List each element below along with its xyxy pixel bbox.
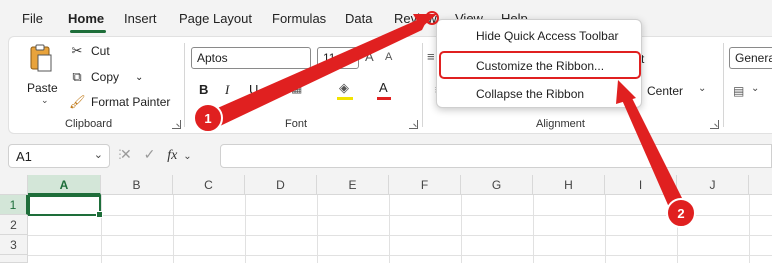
column-header[interactable]: F [389,175,461,195]
number-format-value: General [735,51,772,65]
column-header[interactable]: G [461,175,533,195]
tab-review[interactable]: Review [394,11,437,26]
group-divider [184,43,185,127]
scissors-icon: ✂ [71,43,83,58]
column-header[interactable]: B [101,175,173,195]
gridline [101,195,102,263]
currency-icon[interactable]: ▤ [733,84,744,98]
name-box[interactable]: A1 ⌄ [8,144,110,168]
tab-insert[interactable]: Insert [124,11,157,26]
column-header-partial[interactable] [749,175,772,195]
gridline [749,195,750,263]
font-name-value: Aptos [197,51,228,65]
gridline [317,195,318,263]
paste-icon [30,44,52,72]
paste-label: Paste [27,81,58,95]
underline-button[interactable]: U [249,82,258,97]
font-group-label: Font [285,118,308,130]
select-all-corner[interactable] [0,175,28,195]
chevron-down-icon[interactable]: ⌄ [698,83,706,94]
active-tab-indicator [70,30,106,33]
format-painter-label: Format Painter [91,95,171,109]
fill-color-swatch [337,97,353,100]
cut-label: Cut [91,44,110,58]
number-format-select[interactable]: General [729,47,772,69]
gridline [245,195,246,263]
menu-tabs: File Home Insert Page Layout Formulas Da… [0,0,772,36]
formula-input[interactable] [220,144,772,168]
fill-color-icon[interactable]: ◈ [339,80,349,96]
cell-reference: A1 [16,149,32,164]
tab-data[interactable]: Data [345,11,372,26]
copy-label: Copy [91,70,120,84]
column-header[interactable]: I [605,175,677,195]
gridline [28,215,772,216]
font-name-select[interactable]: Aptos [191,47,311,69]
tab-file[interactable]: File [22,11,43,26]
chevron-down-icon[interactable]: ⌄ [94,148,103,161]
insert-function-button[interactable]: fx [167,148,177,163]
column-header[interactable]: H [533,175,605,195]
decrease-font-icon[interactable]: A [385,51,392,63]
dialog-launcher-icon[interactable] [710,120,719,129]
cut-button[interactable]: ✂ Cut [69,43,110,59]
font-color-icon[interactable]: A [379,80,388,95]
paintbrush-icon: 🖌 [69,94,86,109]
borders-icon[interactable]: ▦ [291,81,302,95]
menu-item-hide-quick-access-toolbar[interactable]: Hide Quick Access Toolbar [476,29,619,43]
gridline [677,195,678,263]
chevron-down-icon[interactable]: ⌄ [751,83,759,94]
bold-button[interactable]: B [199,82,208,97]
gridline [173,195,174,263]
format-painter-button[interactable]: 🖌 Format Painter [69,94,170,110]
gridline [533,195,534,263]
column-header[interactable]: A [28,175,101,195]
ribbon: Paste ⌄ ✂ Cut ⧉ Copy ⌄ 🖌 Format Painter … [8,36,772,134]
chevron-down-icon[interactable]: ⌄ [135,72,143,83]
align-top-icon[interactable]: ≡ [427,49,435,64]
alignment-group-label: Alignment [536,118,585,130]
cancel-icon[interactable]: ✕ [120,146,132,162]
gridline [605,195,606,263]
gridline [28,235,772,236]
row-header-partial[interactable] [0,255,28,263]
italic-button[interactable]: I [225,82,229,98]
font-color-swatch [377,97,391,100]
clipboard-group-label: Clipboard [65,118,113,130]
merge-center-label[interactable]: Center [647,84,683,98]
chevron-down-icon: ⌄ [41,95,49,105]
spreadsheet-grid: A B C D E F G H I J 1 2 3 [0,175,772,263]
formula-buttons: ✕ ✓ fx ⌄ [120,146,192,164]
tab-formulas[interactable]: Formulas [272,11,326,26]
column-header[interactable]: C [173,175,245,195]
chevron-down-icon[interactable]: ⌄ [183,151,191,162]
font-size-select[interactable]: 11 [317,47,359,69]
row-header[interactable]: 1 [0,195,28,215]
group-divider [422,43,423,127]
copy-button[interactable]: ⧉ Copy ⌄ [69,69,143,85]
dialog-launcher-icon[interactable] [172,120,181,129]
paste-button[interactable]: Paste ⌄ [17,39,63,107]
formula-bar: A1 ⌄ ⋮ ✕ ✓ fx ⌄ [0,137,772,173]
increase-font-icon[interactable]: A [365,49,374,64]
gridline [28,255,772,256]
tab-page-layout[interactable]: Page Layout [179,11,252,26]
highlight-box [439,51,641,79]
copy-icon: ⧉ [72,69,82,84]
column-header[interactable]: J [677,175,749,195]
enter-icon[interactable]: ✓ [144,146,156,162]
row-header[interactable]: 2 [0,215,28,235]
font-size-value: 11 [323,51,336,65]
ribbon-context-menu: Hide Quick Access Toolbar Customize the … [436,19,642,108]
gridline [461,195,462,263]
column-header[interactable]: D [245,175,317,195]
active-cell[interactable] [28,195,103,218]
dialog-launcher-icon[interactable] [409,120,418,129]
gridline [389,195,390,263]
menu-item-collapse-ribbon[interactable]: Collapse the Ribbon [476,87,584,101]
row-header[interactable]: 3 [0,235,28,255]
group-divider [723,43,724,127]
tab-home[interactable]: Home [68,11,104,26]
column-header[interactable]: E [317,175,389,195]
